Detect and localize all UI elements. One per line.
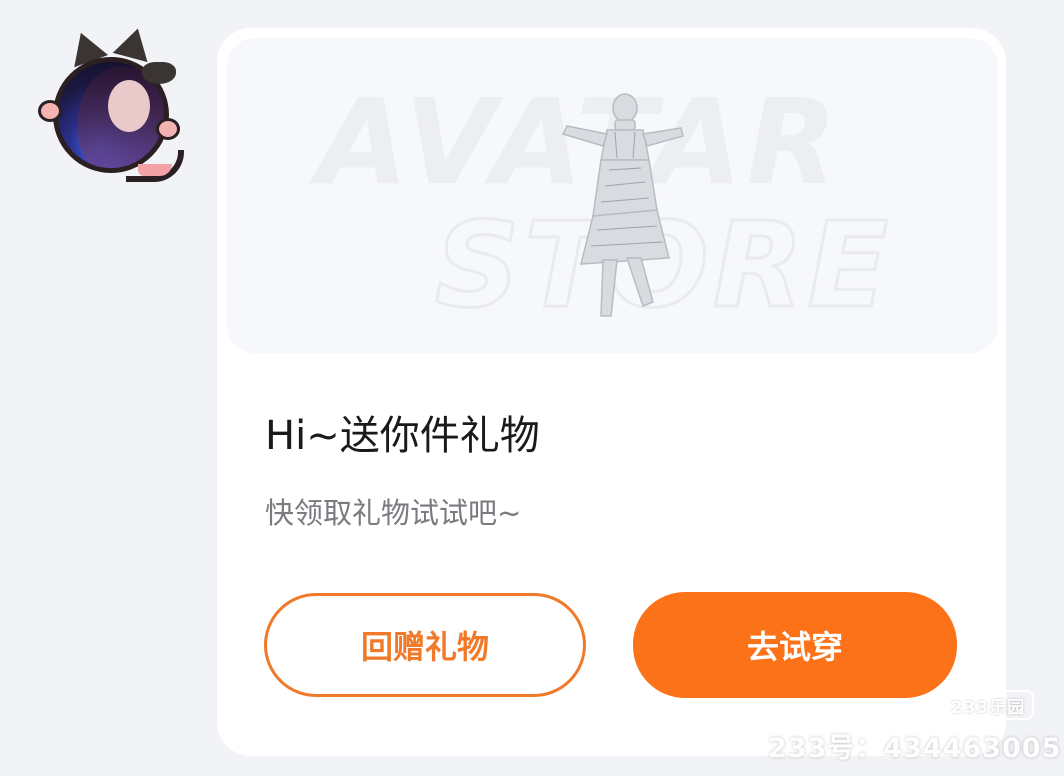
bow-icon xyxy=(142,62,176,84)
paw-left-icon xyxy=(38,100,62,122)
paw-right-icon xyxy=(156,118,180,140)
watermark-logo: 233乐园 xyxy=(942,690,1034,720)
avatar-store-banner[interactable]: AVATAR STORE xyxy=(227,38,998,353)
face-shape xyxy=(108,80,150,132)
avatar-figure-icon xyxy=(561,93,684,317)
gift-card: AVATAR STORE Hi~送你件礼物 快领取礼物试试吧~ 回赠礼物 去试穿 xyxy=(217,28,1006,756)
gift-subtitle: 快领取礼物试试吧~ xyxy=(265,496,522,530)
cat-ear-right-icon xyxy=(112,23,156,63)
gift-title: Hi~送你件礼物 xyxy=(265,413,540,459)
sender-avatar[interactable] xyxy=(38,22,188,187)
return-gift-button[interactable]: 回赠礼物 xyxy=(264,593,586,697)
try-on-button[interactable]: 去试穿 xyxy=(633,592,957,698)
watermark-id: 233号：434463005 xyxy=(768,733,1062,764)
